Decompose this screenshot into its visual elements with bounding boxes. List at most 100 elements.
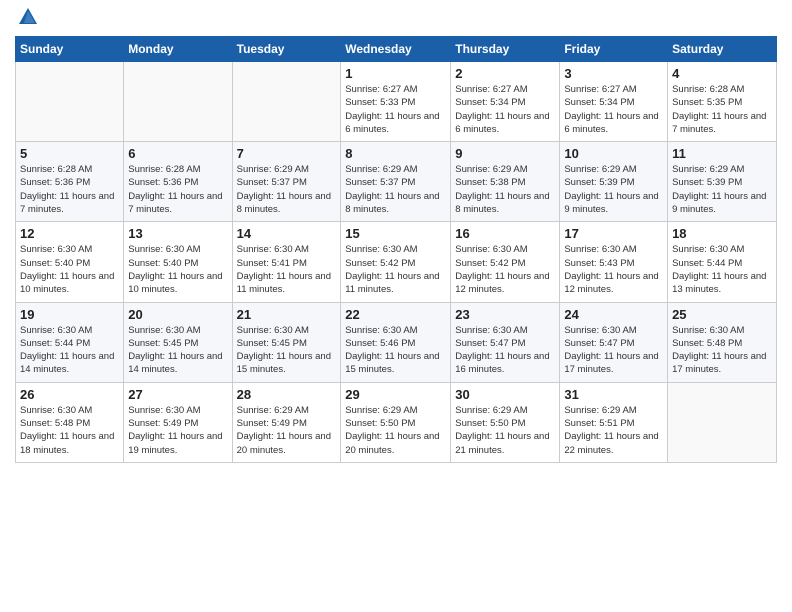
calendar-cell: 20Sunrise: 6:30 AMSunset: 5:45 PMDayligh… [124,302,232,382]
calendar-cell: 12 Sunrise: 6:30 AMSunset: 5:40 PMDayligh… [16,222,124,302]
calendar-cell: 1 Sunrise: 6:27 AMSunset: 5:33 PMDaylight… [341,62,451,142]
calendar-cell: 30 Sunrise: 6:29 AMSunset: 5:50 PMDayligh… [451,382,560,462]
day-number: 15 [345,226,446,241]
calendar-cell: 28 Sunrise: 6:29 AMSunset: 5:49 PMDayligh… [232,382,341,462]
weekday-header-friday: Friday [560,37,668,62]
calendar-cell: 8 Sunrise: 6:29 AMSunset: 5:37 PMDaylight… [341,142,451,222]
calendar-cell: 10 Sunrise: 6:29 AMSunset: 5:39 PMDayligh… [560,142,668,222]
day-number: 14 [237,226,337,241]
day-number: 23 [455,307,555,322]
day-info: Sunrise: 6:30 AMSunset: 5:42 PMDaylight:… [455,243,555,296]
calendar-cell: 29 Sunrise: 6:29 AMSunset: 5:50 PMDayligh… [341,382,451,462]
day-info: Sunrise: 6:29 AMSunset: 5:39 PMDaylight:… [672,163,772,216]
day-number: 22 [345,307,446,322]
day-info: Sunrise: 6:28 AMSunset: 5:36 PMDaylight:… [128,163,227,216]
calendar-week-row: 19 Sunrise: 6:30 AMSunset: 5:44 PMDayligh… [16,302,777,382]
calendar-cell: 7 Sunrise: 6:29 AMSunset: 5:37 PMDaylight… [232,142,341,222]
day-number: 21 [237,307,337,322]
day-number: 24 [564,307,663,322]
calendar-cell: 4 Sunrise: 6:28 AMSunset: 5:35 PMDaylight… [668,62,777,142]
calendar-cell: 19 Sunrise: 6:30 AMSunset: 5:44 PMDayligh… [16,302,124,382]
day-number: 3 [564,66,663,81]
weekday-header-tuesday: Tuesday [232,37,341,62]
day-number: 6 [128,146,227,161]
day-info: Sunrise: 6:29 AMSunset: 5:50 PMDaylight:… [455,404,555,457]
day-number: 16 [455,226,555,241]
day-info: Sunrise: 6:30 AMSunset: 5:44 PMDaylight:… [20,324,119,377]
day-info: Sunrise: 6:29 AMSunset: 5:37 PMDaylight:… [345,163,446,216]
calendar-week-row: 26 Sunrise: 6:30 AMSunset: 5:48 PMDayligh… [16,382,777,462]
weekday-header-thursday: Thursday [451,37,560,62]
day-number: 13 [128,226,227,241]
day-number: 19 [20,307,119,322]
calendar-cell: 17Sunrise: 6:30 AMSunset: 5:43 PMDayligh… [560,222,668,302]
page: SundayMondayTuesdayWednesdayThursdayFrid… [0,0,792,612]
weekday-header-wednesday: Wednesday [341,37,451,62]
calendar-cell [124,62,232,142]
calendar-cell: 14Sunrise: 6:30 AMSunset: 5:41 PMDayligh… [232,222,341,302]
day-number: 18 [672,226,772,241]
day-info: Sunrise: 6:29 AMSunset: 5:50 PMDaylight:… [345,404,446,457]
day-info: Sunrise: 6:29 AMSunset: 5:39 PMDaylight:… [564,163,663,216]
calendar-cell: 25 Sunrise: 6:30 AMSunset: 5:48 PMDayligh… [668,302,777,382]
calendar-week-row: 1 Sunrise: 6:27 AMSunset: 5:33 PMDaylight… [16,62,777,142]
weekday-header-sunday: Sunday [16,37,124,62]
calendar-cell: 2Sunrise: 6:27 AMSunset: 5:34 PMDaylight… [451,62,560,142]
day-number: 29 [345,387,446,402]
day-number: 11 [672,146,772,161]
day-info: Sunrise: 6:30 AMSunset: 5:47 PMDaylight:… [455,324,555,377]
day-info: Sunrise: 6:29 AMSunset: 5:49 PMDaylight:… [237,404,337,457]
day-number: 5 [20,146,119,161]
day-number: 26 [20,387,119,402]
day-info: Sunrise: 6:30 AMSunset: 5:45 PMDaylight:… [237,324,337,377]
calendar-cell: 5 Sunrise: 6:28 AMSunset: 5:36 PMDaylight… [16,142,124,222]
calendar-week-row: 12 Sunrise: 6:30 AMSunset: 5:40 PMDayligh… [16,222,777,302]
calendar-cell: 6 Sunrise: 6:28 AMSunset: 5:36 PMDaylight… [124,142,232,222]
calendar-cell: 21 Sunrise: 6:30 AMSunset: 5:45 PMDayligh… [232,302,341,382]
header [15,10,777,28]
day-number: 8 [345,146,446,161]
day-number: 17 [564,226,663,241]
day-number: 28 [237,387,337,402]
day-number: 4 [672,66,772,81]
calendar-table: SundayMondayTuesdayWednesdayThursdayFrid… [15,36,777,463]
day-number: 27 [128,387,227,402]
day-info: Sunrise: 6:29 AMSunset: 5:51 PMDaylight:… [564,404,663,457]
calendar-week-row: 5 Sunrise: 6:28 AMSunset: 5:36 PMDaylight… [16,142,777,222]
logo-icon [17,6,39,28]
day-number: 30 [455,387,555,402]
calendar-cell: 3Sunrise: 6:27 AMSunset: 5:34 PMDaylight… [560,62,668,142]
calendar-cell: 15 Sunrise: 6:30 AMSunset: 5:42 PMDayligh… [341,222,451,302]
day-info: Sunrise: 6:30 AMSunset: 5:48 PMDaylight:… [20,404,119,457]
calendar-cell: 24 Sunrise: 6:30 AMSunset: 5:47 PMDayligh… [560,302,668,382]
day-number: 7 [237,146,337,161]
day-info: Sunrise: 6:27 AMSunset: 5:33 PMDaylight:… [345,83,446,136]
calendar-cell: 16 Sunrise: 6:30 AMSunset: 5:42 PMDayligh… [451,222,560,302]
day-number: 9 [455,146,555,161]
day-info: Sunrise: 6:29 AMSunset: 5:37 PMDaylight:… [237,163,337,216]
day-info: Sunrise: 6:30 AMSunset: 5:42 PMDaylight:… [345,243,446,296]
weekday-header-monday: Monday [124,37,232,62]
day-number: 12 [20,226,119,241]
calendar-cell: 9Sunrise: 6:29 AMSunset: 5:38 PMDaylight… [451,142,560,222]
day-info: Sunrise: 6:30 AMSunset: 5:49 PMDaylight:… [128,404,227,457]
calendar-cell: 27 Sunrise: 6:30 AMSunset: 5:49 PMDayligh… [124,382,232,462]
day-info: Sunrise: 6:30 AMSunset: 5:40 PMDaylight:… [128,243,227,296]
day-info: Sunrise: 6:30 AMSunset: 5:48 PMDaylight:… [672,324,772,377]
day-info: Sunrise: 6:28 AMSunset: 5:35 PMDaylight:… [672,83,772,136]
day-number: 2 [455,66,555,81]
day-info: Sunrise: 6:30 AMSunset: 5:45 PMDaylight:… [128,324,227,377]
day-info: Sunrise: 6:28 AMSunset: 5:36 PMDaylight:… [20,163,119,216]
calendar-cell: 18 Sunrise: 6:30 AMSunset: 5:44 PMDayligh… [668,222,777,302]
day-info: Sunrise: 6:30 AMSunset: 5:40 PMDaylight:… [20,243,119,296]
calendar-cell: 26 Sunrise: 6:30 AMSunset: 5:48 PMDayligh… [16,382,124,462]
calendar-cell: 22 Sunrise: 6:30 AMSunset: 5:46 PMDayligh… [341,302,451,382]
weekday-header-saturday: Saturday [668,37,777,62]
day-info: Sunrise: 6:30 AMSunset: 5:44 PMDaylight:… [672,243,772,296]
day-info: Sunrise: 6:30 AMSunset: 5:47 PMDaylight:… [564,324,663,377]
day-number: 1 [345,66,446,81]
day-number: 10 [564,146,663,161]
calendar-cell: 31Sunrise: 6:29 AMSunset: 5:51 PMDayligh… [560,382,668,462]
day-info: Sunrise: 6:30 AMSunset: 5:46 PMDaylight:… [345,324,446,377]
day-number: 25 [672,307,772,322]
